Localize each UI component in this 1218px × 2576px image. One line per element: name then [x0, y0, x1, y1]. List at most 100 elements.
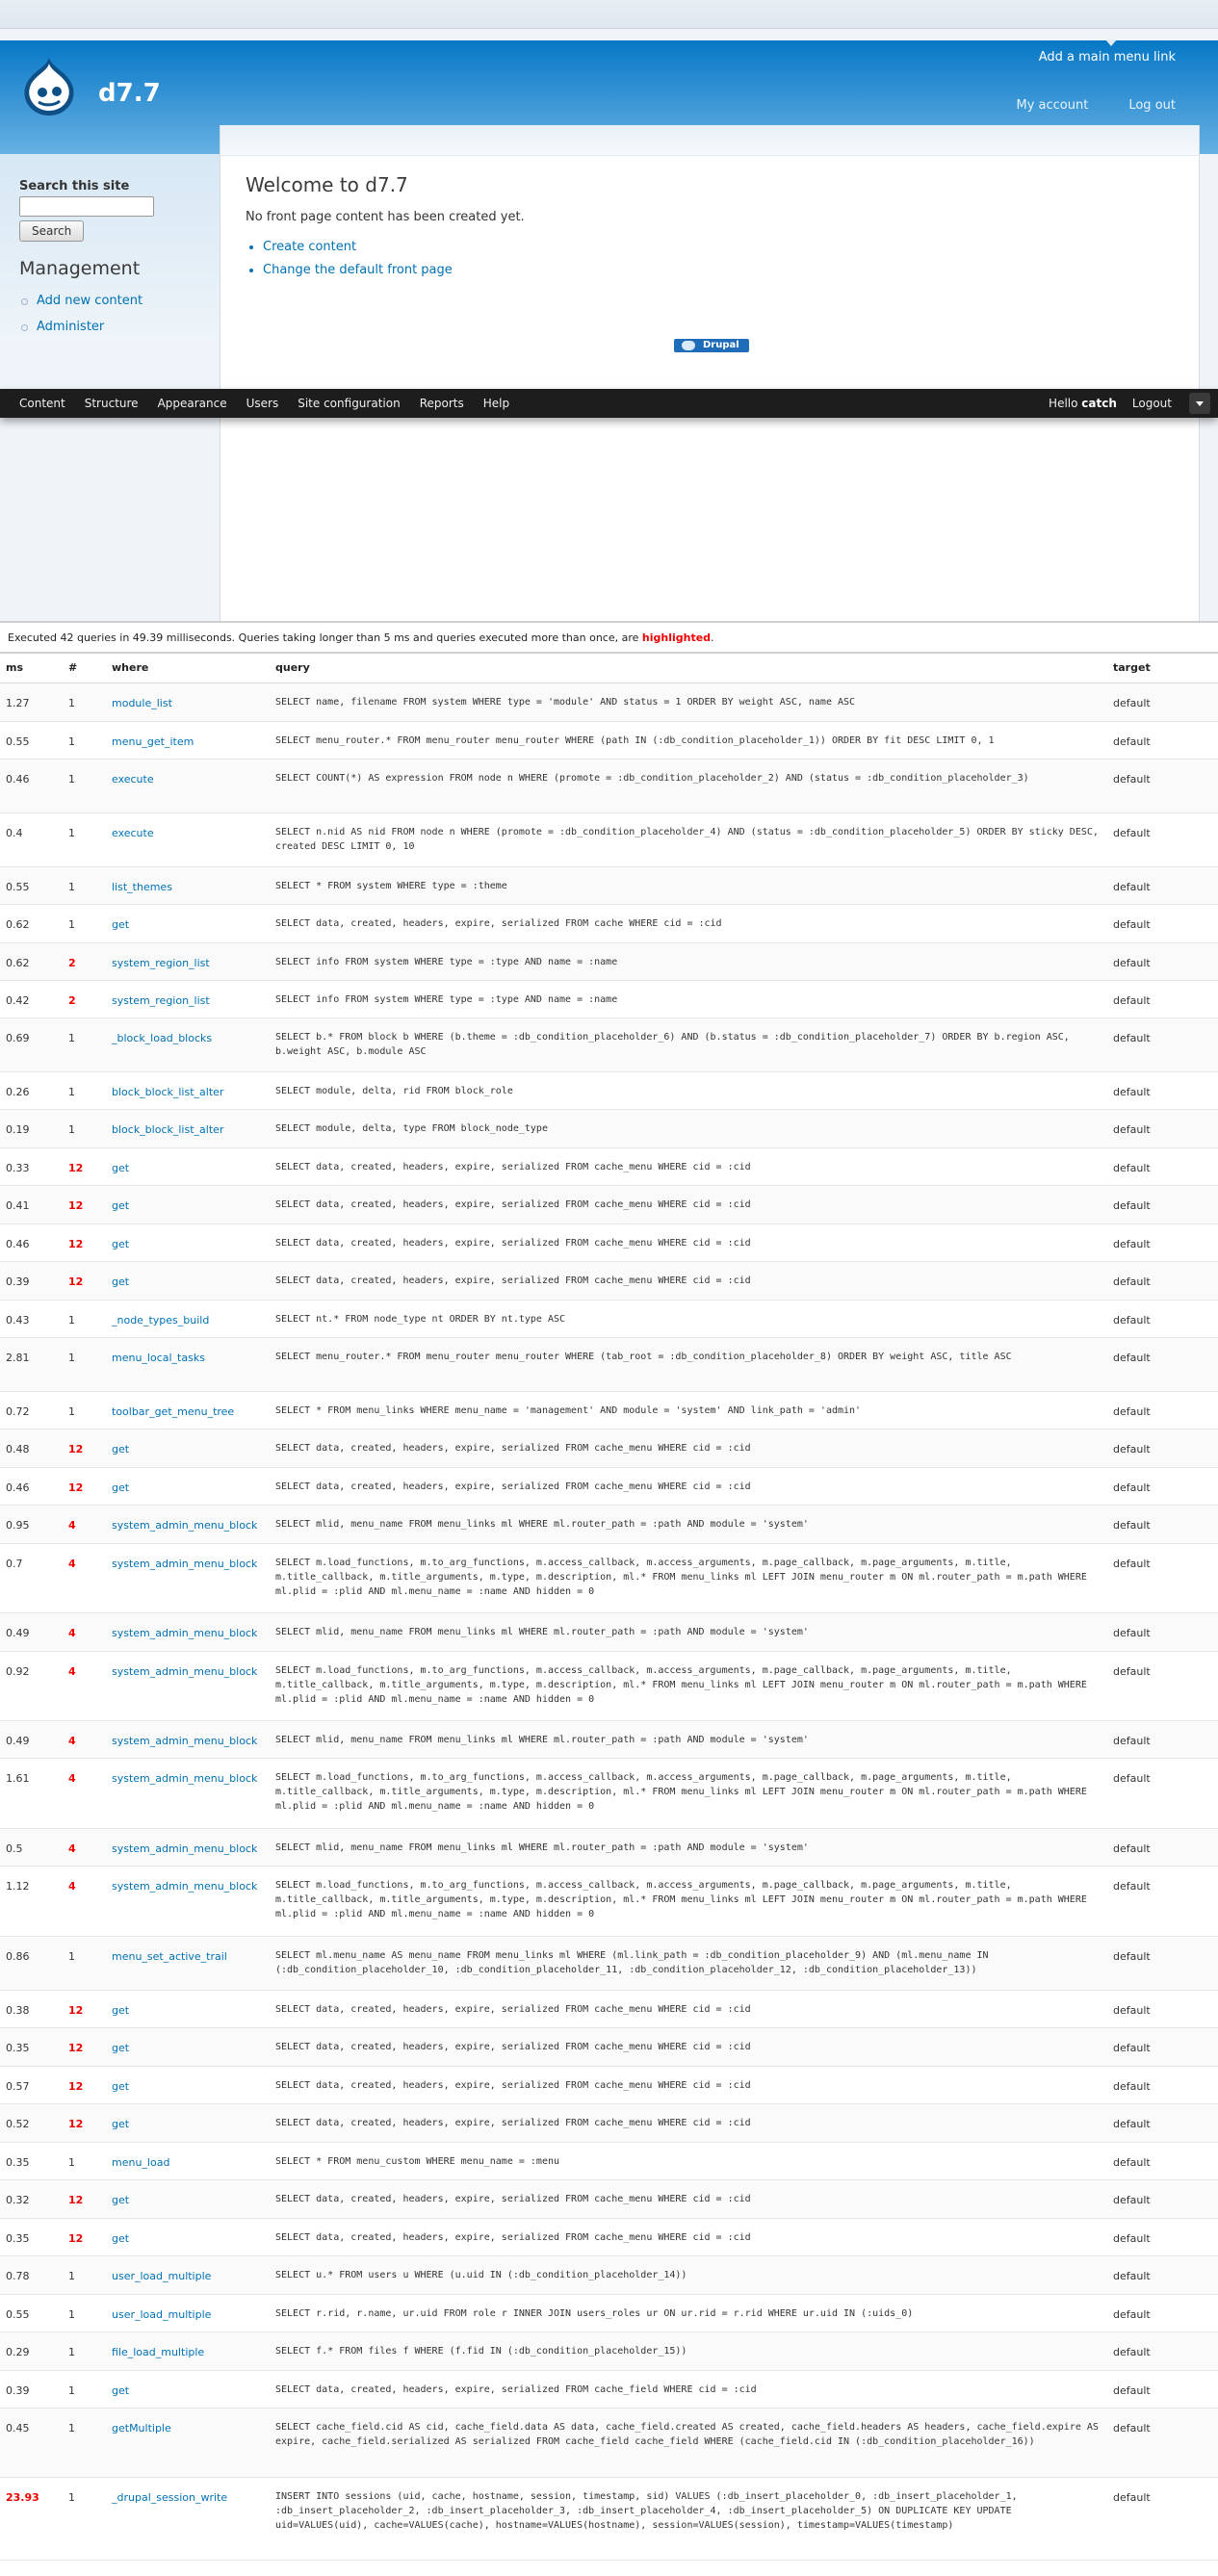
site-name[interactable]: d7.7	[98, 79, 161, 108]
query-target: default	[1107, 1936, 1218, 1991]
query-where-link[interactable]: menu_load	[112, 2156, 169, 2169]
query-count: 12	[63, 2218, 106, 2256]
query-row: 0.26 1 block_block_list_alter SELECT module…	[0, 1071, 1218, 1110]
query-summary: Executed 42 queries in 49.39 millisecond…	[0, 623, 1218, 654]
query-sql: INSERT INTO sessions (uid, cache, hostna…	[270, 2477, 1107, 2561]
query-where-link[interactable]: get	[112, 2118, 129, 2130]
query-where-link[interactable]: menu_set_active_trail	[112, 1950, 227, 1963]
query-where-link[interactable]: get	[112, 918, 129, 931]
administer-link[interactable]: Administer	[37, 320, 104, 334]
query-target: default	[1107, 2142, 1218, 2180]
query-where-link[interactable]: get	[112, 1162, 129, 1174]
query-where-link[interactable]: system_admin_menu_block	[112, 1627, 257, 1639]
user-name-link[interactable]: catch	[1081, 397, 1117, 410]
query-where-link[interactable]: block_block_list_alter	[112, 1086, 223, 1098]
query-target: default	[1107, 1866, 1218, 1937]
query-where-link[interactable]: get	[112, 2384, 129, 2397]
query-where-link[interactable]: get	[112, 1275, 129, 1288]
query-where-link[interactable]: block_block_list_alter	[112, 1123, 223, 1136]
query-where: user_load_multiple	[106, 2255, 270, 2295]
drupal-logo-icon[interactable]	[19, 56, 79, 117]
query-ms: 1.27	[0, 683, 63, 722]
query-where-link[interactable]: menu_local_tasks	[112, 1352, 205, 1364]
search-input[interactable]	[19, 196, 154, 217]
add-new-content-link[interactable]: Add new content	[37, 294, 143, 308]
query-where-link[interactable]: list_themes	[112, 881, 172, 893]
query-where-link[interactable]: system_region_list	[112, 957, 210, 969]
query-where-link[interactable]: _block_load_blocks	[112, 1032, 212, 1044]
query-count: 1	[63, 683, 106, 722]
sidebar-first: Search this site Search Management Add n…	[0, 154, 220, 621]
query-row: 0.62 2 system_region_list SELECT info FROM …	[0, 942, 1218, 981]
hello-user: Hello catch	[1049, 397, 1117, 410]
query-where-link[interactable]: execute	[112, 773, 154, 786]
search-button[interactable]: Search	[19, 220, 85, 242]
query-where-link[interactable]: getMultiple	[112, 2422, 171, 2434]
query-where-link[interactable]: file_load_multiple	[112, 2346, 204, 2358]
query-where-link[interactable]: module_list	[112, 697, 172, 709]
toolbar-item-content[interactable]: Content	[10, 397, 75, 410]
query-where-link[interactable]: toolbar_get_menu_tree	[112, 1405, 234, 1418]
query-count: 1	[63, 1391, 106, 1430]
query-where-link[interactable]: get	[112, 1199, 129, 1212]
toolbar-item-structure[interactable]: Structure	[75, 397, 148, 410]
column-ms[interactable]: ms	[0, 654, 63, 683]
column-target[interactable]: target	[1107, 654, 1218, 683]
management-item-administer[interactable]: Administer	[19, 320, 143, 334]
query-target: default	[1107, 1018, 1218, 1072]
query-where-link[interactable]: system_region_list	[112, 994, 210, 1007]
my-account-link[interactable]: My account	[1017, 98, 1089, 113]
query-where-link[interactable]: system_admin_menu_block	[112, 1772, 257, 1785]
change-front-page-link[interactable]: Change the default front page	[263, 263, 453, 277]
toolbar-item-help[interactable]: Help	[474, 397, 519, 410]
query-where-link[interactable]: system_admin_menu_block	[112, 1735, 257, 1747]
management-menu: Add new content Administer	[19, 294, 143, 346]
management-item-add-new-content[interactable]: Add new content	[19, 294, 143, 308]
query-sql: SELECT m.load_functions, m.to_arg_functi…	[270, 1651, 1107, 1721]
query-where-link[interactable]: _drupal_session_write	[112, 2491, 227, 2504]
query-ms: 0.35	[0, 2142, 63, 2180]
query-where-link[interactable]: get	[112, 2004, 129, 2017]
query-where-link[interactable]: system_admin_menu_block	[112, 1842, 257, 1855]
query-count: 1	[63, 721, 106, 760]
toolbar-item-reports[interactable]: Reports	[410, 397, 474, 410]
add-main-menu-link[interactable]: Add a main menu link	[1039, 50, 1176, 64]
query-where-link[interactable]: get	[112, 2194, 129, 2206]
query-where-link[interactable]: get	[112, 1443, 129, 1455]
log-out-link[interactable]: Log out	[1128, 98, 1176, 113]
powered-by-drupal-badge[interactable]: Drupal	[674, 339, 749, 352]
query-where-link[interactable]: get	[112, 1481, 129, 1494]
query-sql: SELECT data, created, headers, expire, s…	[270, 1467, 1107, 1506]
query-count: 1	[63, 1337, 106, 1392]
query-where-link[interactable]: get	[112, 2042, 129, 2054]
query-where-link[interactable]: system_admin_menu_block	[112, 1519, 257, 1532]
query-where-link[interactable]: user_load_multiple	[112, 2270, 211, 2282]
query-where-link[interactable]: system_admin_menu_block	[112, 1880, 257, 1893]
query-ms: 0.39	[0, 1261, 63, 1301]
query-where-link[interactable]: system_admin_menu_block	[112, 1558, 257, 1570]
logout-link[interactable]: Logout	[1132, 397, 1172, 410]
query-where-link[interactable]: menu_get_item	[112, 735, 194, 748]
query-where-link[interactable]: system_admin_menu_block	[112, 1665, 257, 1678]
create-content-link[interactable]: Create content	[263, 240, 356, 254]
query-where: menu_load	[106, 2142, 270, 2180]
toolbar-item-appearance[interactable]: Appearance	[148, 397, 237, 410]
main-content: Welcome to d7.7 No front page content ha…	[246, 173, 1170, 286]
toolbar-item-site-configuration[interactable]: Site configuration	[288, 397, 409, 410]
column-where[interactable]: where	[106, 654, 270, 683]
toolbar-drawer-toggle-icon[interactable]	[1189, 393, 1210, 414]
query-where-link[interactable]: user_load_multiple	[112, 2308, 211, 2321]
column-query[interactable]: query	[270, 654, 1107, 683]
query-where-link[interactable]: _node_types_build	[112, 1314, 209, 1327]
query-where-link[interactable]: get	[112, 2232, 129, 2245]
column-count[interactable]: #	[63, 654, 106, 683]
query-where-link[interactable]: get	[112, 2080, 129, 2093]
query-where-link[interactable]: execute	[112, 827, 154, 839]
query-where: block_block_list_alter	[106, 1071, 270, 1110]
query-count: 4	[63, 1543, 106, 1613]
query-where: execute	[106, 759, 270, 813]
query-ms: 0.32	[0, 2179, 63, 2219]
query-where-link[interactable]: get	[112, 1238, 129, 1250]
toolbar-item-users[interactable]: Users	[237, 397, 289, 410]
query-ms: 0.45	[0, 2408, 63, 2478]
